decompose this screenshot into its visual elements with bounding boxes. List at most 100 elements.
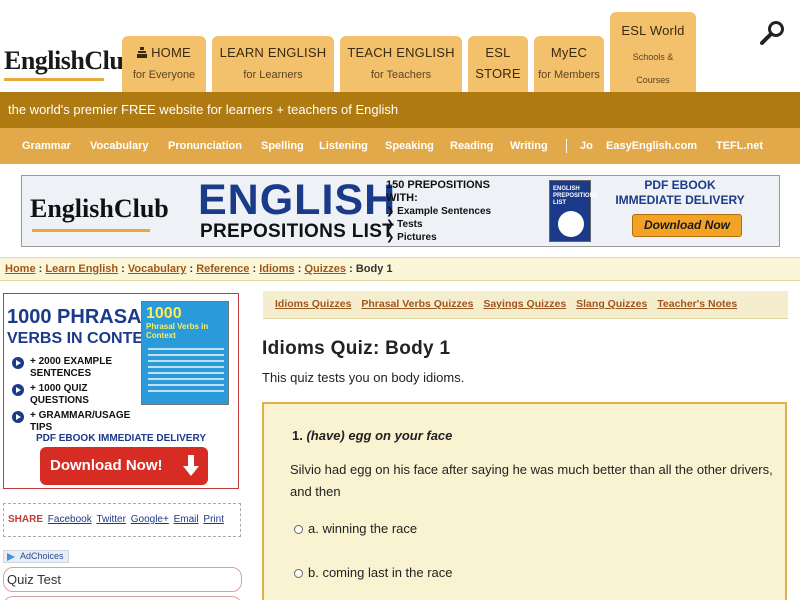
breadcrumb-home[interactable]: Home <box>5 263 36 275</box>
banner-book-badge <box>558 211 584 237</box>
share-facebook[interactable]: Facebook <box>48 514 92 525</box>
breadcrumb-sep: : <box>252 263 257 275</box>
home-icon <box>137 47 148 58</box>
tab-esl-world[interactable]: ESL World Schools & Courses <box>610 12 696 92</box>
ad-book-title2: Phrasal Verbs in Context <box>146 322 209 340</box>
subnav-divider <box>566 139 567 153</box>
banner-logo-underline <box>32 229 150 232</box>
ad-book-title1: 1000 <box>146 305 182 322</box>
share-bar: SHARE Facebook Twitter Google+ Email Pri… <box>3 503 241 537</box>
subnav-speaking[interactable]: Speaking <box>385 128 434 164</box>
banner-heading-1: 150 PREPOSITIONS <box>386 179 490 191</box>
tab-world-sub1: Schools & <box>632 52 674 62</box>
logo-underline <box>4 78 104 81</box>
subnav-easyenglish[interactable]: EasyEnglish.com <box>606 128 697 164</box>
subnav-jo[interactable]: Jo <box>580 128 593 164</box>
adchoices-label: AdChoices <box>20 551 64 561</box>
ad-book-cover: 1000 Phrasal Verbs in Context <box>141 301 229 405</box>
tab-teach-label: TEACH ENGLISH <box>347 45 455 60</box>
ad-bullet: + GRAMMAR/USAGE TIPS <box>12 410 137 434</box>
site-header: EnglishClub HOME for Everyone LEARN ENGL… <box>0 0 800 92</box>
adchoices-icon <box>7 553 15 561</box>
banner-title-prepositions: PREPOSITIONS LIST <box>200 221 395 242</box>
logo-english: English <box>4 46 85 75</box>
subnav-pronunciation[interactable]: Pronunciation <box>168 128 242 164</box>
link-sayings-quizzes[interactable]: Sayings Quizzes <box>483 298 566 310</box>
question-text: Silvio had egg on his face after saying … <box>290 462 773 499</box>
tab-esl-store[interactable]: ESL STORE <box>468 36 528 92</box>
ad-bullet: + 1000 QUIZ QUESTIONS <box>12 383 137 407</box>
ad-bullet: + 2000 EXAMPLE SENTENCES <box>12 356 137 380</box>
subnav-reading[interactable]: Reading <box>450 128 493 164</box>
site-logo[interactable]: EnglishClub <box>4 46 138 76</box>
breadcrumb-sep: : <box>189 263 194 275</box>
page-description: This quiz tests you on body idioms. <box>262 370 465 385</box>
share-label: SHARE <box>8 514 44 525</box>
answer-option-label: b. coming last in the race <box>308 565 453 580</box>
breadcrumb-idioms[interactable]: Idioms <box>259 263 294 275</box>
question-number: 1. <box>292 428 303 443</box>
prepositions-banner-ad[interactable]: EnglishClub ENGLISH PREPOSITIONS LIST 15… <box>21 175 780 247</box>
tab-teach-english[interactable]: TEACH ENGLISH for Teachers <box>340 36 462 92</box>
subnav-listening[interactable]: Listening <box>319 128 368 164</box>
banner-item-2: Tests <box>397 219 423 230</box>
tab-home-sub: for Everyone <box>132 69 196 81</box>
phrasal-verbs-ad[interactable]: 1000 PHRASAL VERBS IN CONTEXT 1000 Phras… <box>3 293 239 489</box>
share-twitter[interactable]: Twitter <box>97 514 126 525</box>
tab-world-sub2: Courses <box>636 75 670 85</box>
breadcrumb-vocabulary[interactable]: Vocabulary <box>128 263 187 275</box>
subnav-bar: Grammar Vocabulary Pronunciation Spellin… <box>0 128 800 164</box>
subnav-tefl[interactable]: TEFL.net <box>716 128 763 164</box>
radio-button[interactable] <box>294 569 303 578</box>
banner-title-english: ENGLISH <box>198 176 397 224</box>
share-googleplus[interactable]: Google+ <box>131 514 169 525</box>
breadcrumb-quizzes[interactable]: Quizzes <box>304 263 346 275</box>
banner-download-button[interactable]: Download Now <box>632 214 742 237</box>
subnav-spelling[interactable]: Spelling <box>261 128 304 164</box>
tab-learn-label: LEARN ENGLISH <box>219 45 327 60</box>
ad-bullet-list: + 2000 EXAMPLE SENTENCES + 1000 QUIZ QUE… <box>12 356 137 437</box>
breadcrumb-sep: : <box>349 263 353 275</box>
radio-button[interactable] <box>294 525 303 534</box>
adchoices-badge[interactable]: AdChoices <box>3 550 69 563</box>
question-heading: 1. (have) egg on your face <box>292 428 452 443</box>
quiz-test-link[interactable]: Quiz Test <box>3 567 242 592</box>
link-phrasal-verbs-quizzes[interactable]: Phrasal Verbs Quizzes <box>361 298 473 310</box>
page: EnglishClub HOME for Everyone LEARN ENGL… <box>0 0 800 600</box>
play-bullet-icon <box>12 357 24 369</box>
answer-option-b[interactable]: b. coming last in the race <box>294 565 453 580</box>
tab-learn-english[interactable]: LEARN ENGLISH for Learners <box>212 36 334 92</box>
answer-option-a[interactable]: a. winning the race <box>294 521 417 536</box>
breadcrumb-reference[interactable]: Reference <box>196 263 249 275</box>
question-idiom: (have) egg on your face <box>306 428 453 443</box>
link-teachers-notes[interactable]: Teacher's Notes <box>657 298 737 310</box>
tab-home[interactable]: HOME for Everyone <box>122 36 206 92</box>
page-title: Idioms Quiz: Body 1 <box>262 338 451 359</box>
tab-myec[interactable]: MyEC for Members <box>534 36 604 92</box>
share-email[interactable]: Email <box>174 514 199 525</box>
search-icon[interactable] <box>758 20 786 46</box>
subnav-writing[interactable]: Writing <box>510 128 548 164</box>
link-slang-quizzes[interactable]: Slang Quizzes <box>576 298 647 310</box>
breadcrumb-learn-english[interactable]: Learn English <box>45 263 118 275</box>
tab-esl-label: ESL <box>485 45 511 60</box>
banner-book-cover: ENGLISH PREPOSITIONS LIST <box>549 180 598 242</box>
subnav-vocabulary[interactable]: Vocabulary <box>90 128 149 164</box>
sidebar-link-box[interactable] <box>3 596 242 600</box>
breadcrumb-current: Body 1 <box>355 263 393 275</box>
ad-pdf-text: PDF EBOOK IMMEDIATE DELIVERY <box>35 433 206 444</box>
ad-download-button[interactable]: Download Now! <box>40 447 208 485</box>
tab-myec-sub: for Members <box>538 69 600 81</box>
link-idioms-quizzes[interactable]: Idioms Quizzes <box>275 298 351 310</box>
banner-pdf-line2: IMMEDIATE DELIVERY <box>615 193 745 207</box>
banner-heading-2: WITH: <box>386 192 418 204</box>
banner-feature-list: 150 PREPOSITIONS WITH: ❯ Example Sentenc… <box>386 179 492 243</box>
banner-item-1: Example Sentences <box>397 206 492 217</box>
subnav-grammar[interactable]: Grammar <box>22 128 71 164</box>
breadcrumb-sep: : <box>121 263 125 275</box>
download-arrow-icon <box>183 455 199 476</box>
ad-title-line1: 1000 PHRASAL <box>7 306 154 328</box>
ad-title-line2: VERBS IN CONTEXT <box>7 330 164 347</box>
banner-pdf-text: PDF EBOOK IMMEDIATE DELIVERY <box>615 178 745 208</box>
share-print[interactable]: Print <box>203 514 224 525</box>
